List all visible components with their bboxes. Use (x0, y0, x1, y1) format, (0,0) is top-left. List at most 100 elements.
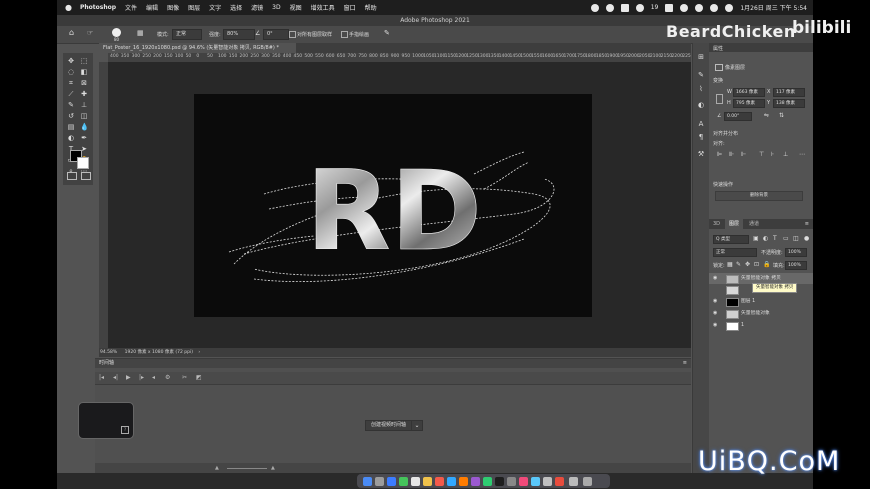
mail-icon[interactable] (411, 477, 420, 486)
downloads-icon[interactable] (569, 477, 578, 486)
tools-preset-icon[interactable]: ⚒ (697, 150, 705, 158)
menu-edit[interactable]: 编辑 (146, 3, 158, 12)
align-vcenter-icon[interactable]: ⊦ (771, 151, 774, 158)
wifi-icon[interactable] (680, 3, 689, 12)
battery-icon[interactable] (635, 3, 644, 12)
apple-icon[interactable]: ● (65, 3, 72, 12)
finder-icon[interactable] (363, 477, 372, 486)
audio-icon[interactable]: ◂ (152, 374, 155, 381)
menu-layer[interactable]: 图层 (188, 3, 200, 12)
menu-view[interactable]: 视图 (290, 3, 302, 12)
transform-title[interactable]: 变换 (713, 77, 723, 84)
keyboard-icon[interactable] (665, 3, 674, 12)
tab-channels[interactable]: 通道 (745, 219, 763, 229)
filter-toggle-icon[interactable]: ● (804, 235, 809, 242)
filter-type-icon[interactable]: T (773, 235, 777, 242)
eyedropper-tool-icon[interactable]: ⟋ (67, 90, 75, 98)
align-title[interactable]: 对齐并分布 (713, 130, 738, 137)
timeline-dropdown-icon[interactable]: ⌄ (411, 420, 423, 431)
preview-icon[interactable] (543, 477, 552, 486)
brush-settings-icon[interactable]: ▦ (137, 29, 144, 37)
screen-mode-icon[interactable] (81, 172, 91, 180)
terminal-icon[interactable] (495, 477, 504, 486)
blend-mode-select[interactable]: 正常 (713, 248, 757, 257)
create-video-timeline-button[interactable]: 创建视频时间轴 (365, 420, 413, 431)
angle-input[interactable]: 0° (263, 29, 289, 40)
trash-icon[interactable] (583, 477, 592, 486)
history-brush-icon[interactable]: ↺ (67, 112, 75, 120)
layer-row[interactable]: ◉ 矢量智能对象 (709, 308, 813, 319)
healing-tool-icon[interactable]: ✚ (80, 90, 88, 98)
lock-pixels-icon[interactable]: ▦ (727, 261, 733, 268)
safari-icon[interactable] (387, 477, 396, 486)
quick-select-tool-icon[interactable]: ◧ (80, 68, 88, 76)
strength-input[interactable]: 80% (223, 29, 255, 40)
marquee-tool-icon[interactable]: ⬚ (80, 57, 88, 65)
info-arrow-icon[interactable]: › (198, 350, 200, 355)
mode-select[interactable]: 正常 (172, 29, 202, 40)
brushes-panel-icon[interactable]: ⌇ (697, 85, 705, 93)
prev-frame-icon[interactable]: ◂| (113, 374, 118, 381)
launchpad-icon[interactable] (375, 477, 384, 486)
control-center-icon[interactable] (710, 3, 719, 12)
display-icon[interactable] (620, 3, 629, 12)
brush-preview-icon[interactable] (112, 28, 121, 37)
menu-help[interactable]: 帮助 (365, 3, 377, 12)
fill-input[interactable]: 100% (785, 261, 807, 270)
stamp-tool-icon[interactable]: ⊥ (80, 101, 88, 109)
settings-dock-icon[interactable] (507, 477, 516, 486)
history-icon[interactable]: ⊞ (697, 53, 705, 61)
calendar-icon[interactable] (435, 477, 444, 486)
first-frame-icon[interactable]: |◂ (99, 374, 104, 381)
zoom-in-icon[interactable]: ▲ (271, 465, 275, 471)
smudge-tool-icon[interactable]: ☞ (87, 29, 93, 37)
menu-window[interactable]: 窗口 (344, 3, 356, 12)
more-align-icon[interactable]: ⋯ (799, 151, 805, 158)
home-icon[interactable]: ⌂ (69, 28, 74, 37)
x-input[interactable]: 117 像素 (773, 88, 805, 97)
paragraph-icon[interactable]: ¶ (697, 133, 705, 141)
flip-v-icon[interactable]: ⇅ (779, 112, 784, 119)
layer-row[interactable]: ◉ 图层 1 (709, 296, 813, 307)
brush-settings-panel-icon[interactable]: ✎ (697, 71, 705, 79)
lock-all-icon[interactable]: 🔒 (763, 261, 770, 268)
eraser-tool-icon[interactable]: ◫ (80, 112, 88, 120)
play-icon[interactable]: ▶ (126, 374, 131, 381)
lasso-tool-icon[interactable]: ◌ (67, 68, 75, 76)
photoshop-icon[interactable] (447, 477, 456, 486)
search-icon[interactable] (695, 3, 704, 12)
y-input[interactable]: 138 像素 (773, 99, 805, 108)
width-input[interactable]: 1663 像素 (733, 88, 765, 97)
menu-plugins[interactable]: 增效工具 (311, 3, 335, 12)
wechat-icon[interactable] (605, 3, 614, 12)
quick-actions-title[interactable]: 快速操作 (713, 181, 733, 188)
remove-background-button[interactable]: 删除背景 (715, 191, 803, 201)
messages-icon[interactable] (399, 477, 408, 486)
premiere-icon[interactable] (471, 477, 480, 486)
menu-type[interactable]: 文字 (209, 3, 221, 12)
settings-icon[interactable]: ⚙ (165, 374, 170, 381)
next-frame-icon[interactable]: |▸ (139, 374, 144, 381)
adjustments-icon[interactable]: ◐ (697, 101, 705, 109)
siri-icon[interactable] (725, 3, 734, 12)
tab-layers[interactable]: 图层 (725, 219, 744, 229)
filter-pixel-icon[interactable]: ▣ (753, 235, 759, 242)
tab-3d[interactable]: 3D (709, 219, 724, 229)
align-top-icon[interactable]: ⊤ (759, 151, 764, 158)
background-color-swatch[interactable] (77, 157, 89, 169)
opacity-input[interactable]: 100% (785, 248, 807, 257)
music-icon[interactable] (519, 477, 528, 486)
gradient-tool-icon[interactable]: ▤ (67, 123, 75, 131)
menu-3d[interactable]: 3D (272, 4, 280, 11)
recorder-icon[interactable] (555, 477, 564, 486)
panel-menu-icon[interactable]: ≡ (683, 359, 687, 368)
menu-filter[interactable]: 滤镜 (251, 3, 263, 12)
menu-file[interactable]: 文件 (125, 3, 137, 12)
lock-paint-icon[interactable]: ✎ (736, 261, 741, 268)
dodge-tool-icon[interactable]: ◐ (67, 134, 75, 142)
align-left-icon[interactable]: ⊫ (717, 151, 722, 158)
transition-icon[interactable]: ◩ (196, 374, 202, 381)
visibility-eye-icon[interactable]: ◉ (713, 311, 718, 316)
visibility-eye-icon[interactable]: ◉ (713, 299, 718, 304)
flip-h-icon[interactable]: ⇋ (764, 112, 769, 119)
